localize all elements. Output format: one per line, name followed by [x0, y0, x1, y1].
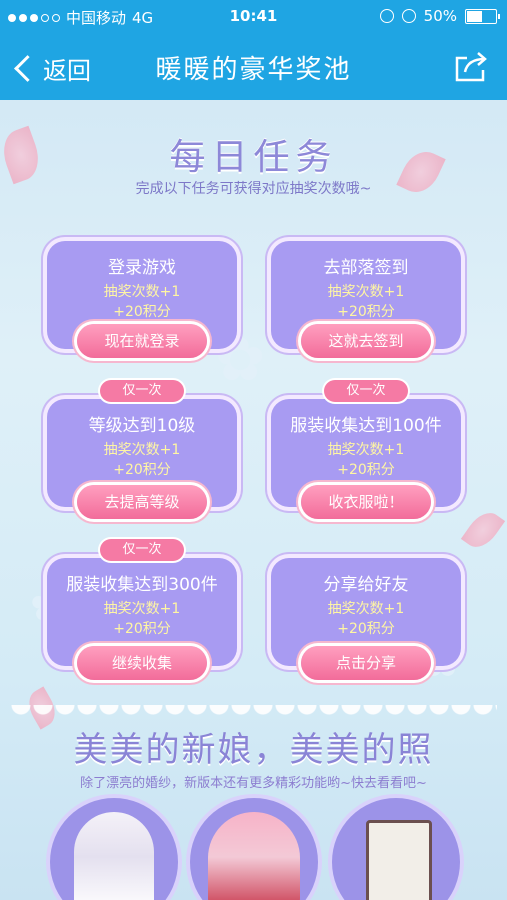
task-reward-draws: 抽奖次数+1 [103, 601, 181, 617]
task-reward-draws: 抽奖次数+1 [327, 442, 405, 458]
collect-clothes-button[interactable]: 收衣服啦！ [301, 485, 431, 519]
alarm-icon [401, 9, 416, 23]
tasks-heading: 每日任务 [169, 137, 338, 178]
promo-subheading: 除了漂亮的婚纱，新版本还有更多精彩功能哟~快去看看吧~ [80, 776, 427, 791]
battery-icon [465, 8, 500, 24]
task-reward-draws: 抽奖次数+1 [327, 601, 405, 617]
orientation-lock-icon [379, 9, 394, 23]
task-reward-points: +20积分 [337, 462, 395, 478]
task-reward-points: +20积分 [113, 621, 171, 637]
once-only-badge: 仅一次 [100, 539, 184, 561]
twins-avatar-icon [208, 812, 300, 900]
promo-heading: 美美的新娘，美美的照 [73, 730, 434, 770]
book-clock-icon [366, 820, 432, 900]
nav-bar: 返回 暖暖的豪华奖池 [0, 34, 507, 100]
task-title: 去部落签到 [323, 258, 409, 278]
status-right: 50% [379, 7, 500, 25]
promo-item-bride[interactable] [50, 798, 178, 900]
task-reward-draws: 抽奖次数+1 [327, 284, 405, 300]
raise-level-button[interactable]: 去提高等级 [77, 485, 207, 519]
petal-decoration [460, 506, 506, 554]
task-title: 等级达到10级 [88, 416, 196, 436]
task-reward-points: +20积分 [337, 304, 395, 320]
once-only-badge: 仅一次 [324, 380, 408, 402]
checkin-button[interactable]: 这就去签到 [301, 324, 431, 358]
task-title: 登录游戏 [108, 258, 176, 278]
task-title: 分享给好友 [323, 575, 409, 595]
tasks-subheading: 完成以下任务可获得对应抽奖次数哦~ [135, 181, 372, 197]
task-reward-draws: 抽奖次数+1 [103, 284, 181, 300]
promo-item-book[interactable] [332, 798, 460, 900]
promo-item-twins[interactable] [190, 798, 318, 900]
bride-avatar-icon [74, 812, 154, 900]
task-reward-points: +20积分 [337, 621, 395, 637]
task-reward-points: +20积分 [113, 304, 171, 320]
keep-collecting-button[interactable]: 继续收集 [77, 646, 207, 680]
task-reward-draws: 抽奖次数+1 [103, 442, 181, 458]
share-icon[interactable] [453, 50, 489, 84]
task-title: 服装收集达到300件 [66, 575, 218, 595]
once-only-badge: 仅一次 [100, 380, 184, 402]
task-reward-points: +20积分 [113, 462, 171, 478]
battery-percent: 50% [423, 7, 457, 25]
page-content: ✿ ✿ ✿ 每日任务 完成以下任务可获得对应抽奖次数哦~ 登录游戏 抽奖次数+1… [0, 100, 507, 900]
login-button[interactable]: 现在就登录 [77, 324, 207, 358]
status-bar: 中国移动 4G 10:41 50% [0, 0, 507, 34]
page-title: 暖暖的豪华奖池 [155, 55, 352, 85]
share-button[interactable]: 点击分享 [301, 646, 431, 680]
task-title: 服装收集达到100件 [290, 416, 442, 436]
